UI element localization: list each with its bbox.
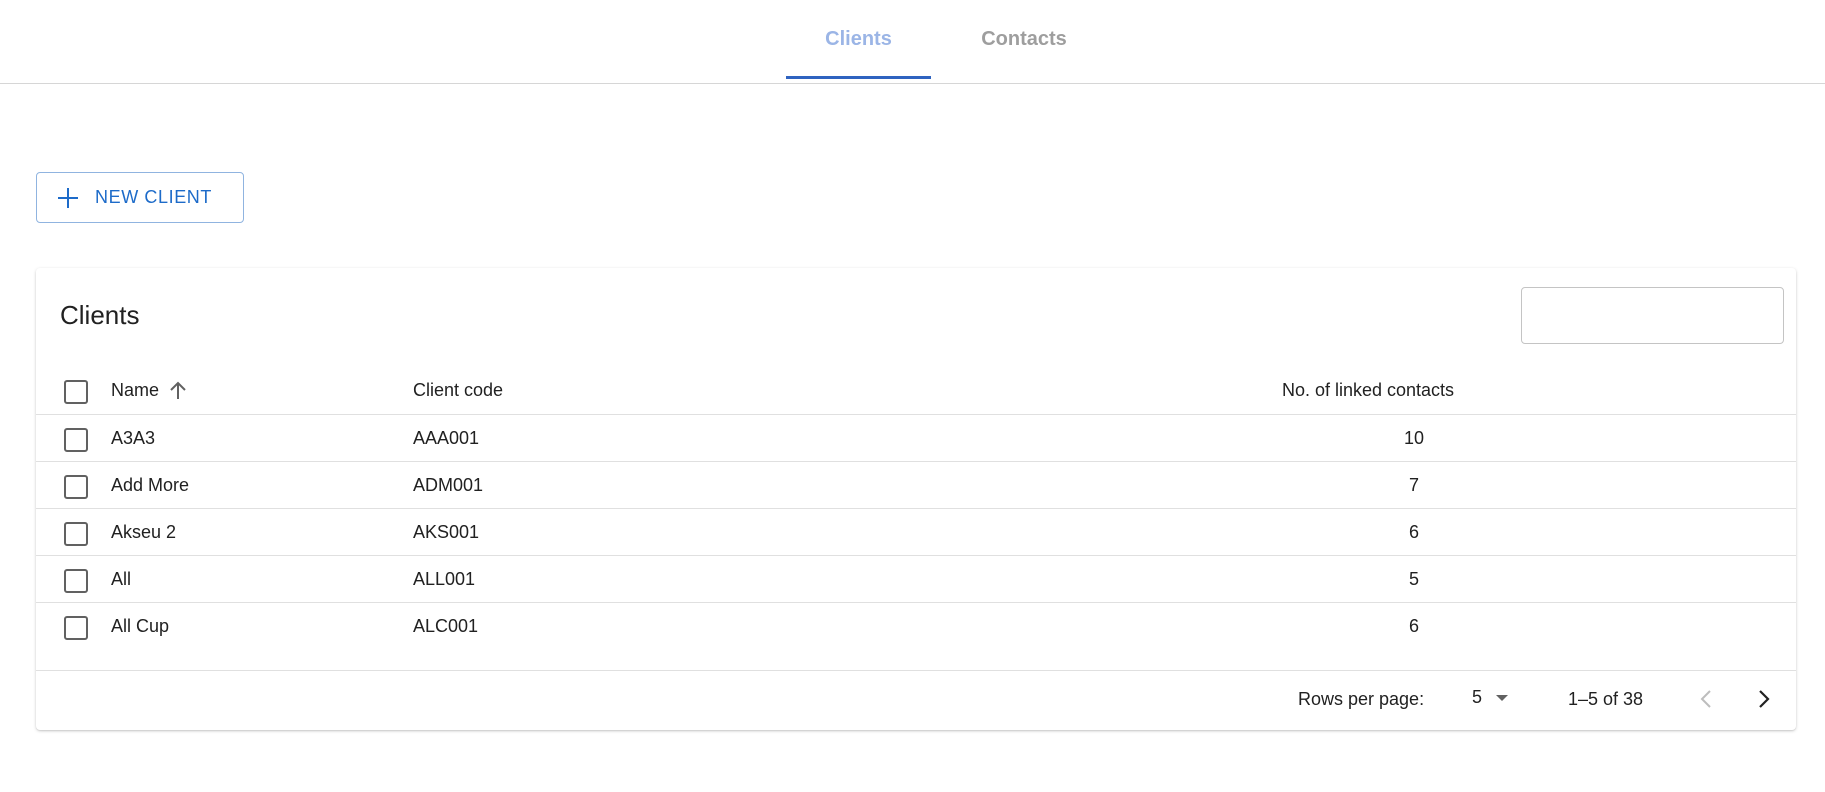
tab-contacts[interactable]: Contacts [946, 0, 1102, 79]
rows-per-page-select[interactable]: 5 [1472, 687, 1509, 708]
plus-icon [57, 187, 79, 209]
row-count: 5 [1408, 569, 1419, 589]
row-code: AKS001 [413, 522, 480, 542]
table-row[interactable]: A3A3 AAA001 10 [36, 414, 1796, 461]
row-name: A3A3 [111, 428, 156, 448]
table-pagination: Rows per page: 5 1–5 of 38 [36, 670, 1796, 730]
chevron-left-icon [1700, 690, 1711, 708]
row-checkbox[interactable] [64, 616, 88, 640]
chevron-right-icon [1759, 690, 1770, 708]
pagination-range: 1–5 of 38 [1568, 689, 1644, 709]
new-client-label: NEW CLIENT [95, 187, 213, 207]
row-name: All Cup [111, 616, 170, 636]
select-all-checkbox[interactable] [64, 380, 88, 404]
row-code: ADM001 [413, 475, 484, 495]
row-checkbox[interactable] [64, 428, 88, 452]
row-count: 6 [1408, 522, 1419, 542]
rows-per-page-label: Rows per page: [1298, 689, 1425, 709]
column-header-name[interactable]: Name [111, 367, 187, 414]
row-name: All [111, 569, 132, 589]
table-row[interactable]: Akseu 2 AKS001 6 [36, 508, 1796, 555]
table-title: Clients [60, 300, 140, 330]
row-code: AAA001 [413, 428, 480, 448]
row-count: 7 [1408, 475, 1419, 495]
arrow-up-icon [170, 381, 186, 399]
row-name: Add More [111, 475, 190, 495]
row-code: ALC001 [413, 616, 479, 636]
tab-clients[interactable]: Clients [786, 0, 931, 79]
column-header-name-label: Name [111, 380, 160, 400]
row-checkbox[interactable] [64, 522, 88, 546]
row-name: Akseu 2 [111, 522, 177, 542]
table-row[interactable]: Add More ADM001 7 [36, 461, 1796, 508]
table-row[interactable]: All ALL001 5 [36, 555, 1796, 602]
row-checkbox[interactable] [64, 475, 88, 499]
active-tab-indicator [786, 76, 931, 79]
previous-page-button[interactable] [1692, 685, 1720, 713]
row-checkbox[interactable] [64, 569, 88, 593]
clients-table-card: Clients Name Client code No. of linked c… [36, 268, 1796, 730]
row-count: 6 [1408, 616, 1419, 636]
tab-bar: Clients Contacts [0, 0, 1825, 84]
rows-per-page-value: 5 [1472, 687, 1483, 707]
next-page-button[interactable] [1750, 685, 1778, 713]
table-row[interactable]: All Cup ALC001 6 [36, 602, 1796, 649]
row-code: ALL001 [413, 569, 476, 589]
column-header-count[interactable]: No. of linked contacts [1226, 367, 1510, 414]
table-header: Name Client code No. of linked contacts [36, 367, 1796, 414]
caret-down-icon [1496, 694, 1509, 701]
search-input[interactable] [1521, 287, 1784, 344]
row-count: 10 [1403, 428, 1425, 448]
column-header-code[interactable]: Client code [413, 367, 503, 414]
new-client-button[interactable]: NEW CLIENT [36, 172, 244, 223]
